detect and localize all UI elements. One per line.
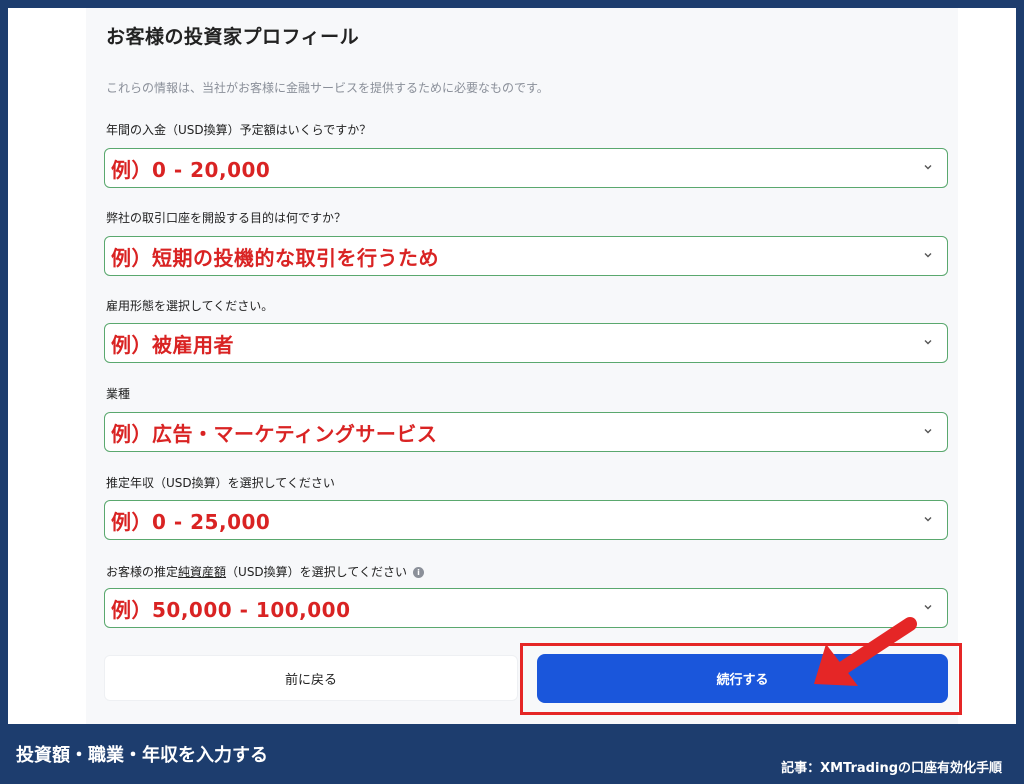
chevron-down-icon bbox=[924, 165, 932, 170]
net-worth-question-label: お客様の推定純資産額（USD換算）を選択してください i bbox=[106, 563, 424, 580]
chevron-down-icon bbox=[924, 517, 932, 522]
article-credit: 記事：XMTradingの口座有効化手順 bbox=[781, 761, 1002, 776]
chevron-down-icon bbox=[924, 429, 932, 434]
caption-text: 投資額・職業・年収を入力する bbox=[16, 745, 268, 766]
deposit-select[interactable]: 例）0 - 20,000 bbox=[104, 148, 948, 188]
form-subtitle: これらの情報は、当社がお客様に金融サービスを提供するために必要なものです。 bbox=[106, 81, 549, 95]
purpose-select[interactable]: 例）短期の投機的な取引を行うため bbox=[104, 236, 948, 276]
deposit-select-value: 例）0 - 20,000 bbox=[111, 157, 271, 182]
employment-question-label: 雇用形態を選択してください。 bbox=[106, 299, 274, 313]
industry-select[interactable]: 例）広告・マーケティングサービス bbox=[104, 412, 948, 452]
net-worth-label-term[interactable]: 純資産額 bbox=[178, 565, 226, 579]
info-icon[interactable]: i bbox=[412, 567, 424, 578]
industry-select-value: 例）広告・マーケティングサービス bbox=[111, 421, 438, 446]
employment-select[interactable]: 例）被雇用者 bbox=[104, 323, 948, 363]
form-title: お客様の投資家プロフィール bbox=[106, 26, 360, 48]
purpose-question-label: 弊社の取引口座を開設する目的は何ですか？ bbox=[106, 211, 347, 225]
back-button[interactable]: 前に戻る bbox=[104, 655, 518, 701]
employment-select-value: 例）被雇用者 bbox=[111, 332, 234, 357]
purpose-select-value: 例）短期の投機的な取引を行うため bbox=[111, 245, 439, 270]
net-worth-select-value: 例）50,000 - 100,000 bbox=[111, 597, 351, 622]
industry-question-label: 業種 bbox=[106, 387, 131, 401]
net-worth-label-suffix: （USD換算）を選択してください bbox=[226, 565, 407, 579]
deposit-question-label: 年間の入金（USD換算）予定額はいくらですか？ bbox=[106, 123, 372, 137]
income-question-label: 推定年収（USD換算）を選択してください bbox=[106, 476, 335, 490]
chevron-down-icon bbox=[924, 340, 932, 345]
net-worth-label-prefix: お客様の推定 bbox=[106, 565, 179, 579]
income-select-value: 例）0 - 25,000 bbox=[111, 509, 271, 534]
arrow-annotation-icon bbox=[814, 617, 917, 686]
chevron-down-icon bbox=[924, 253, 932, 258]
income-select[interactable]: 例）0 - 25,000 bbox=[104, 500, 948, 540]
